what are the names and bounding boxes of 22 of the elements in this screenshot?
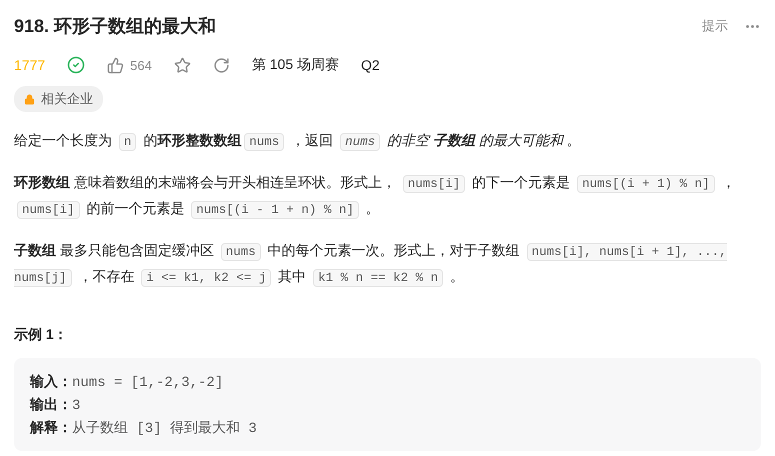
check-circle-icon <box>67 56 86 74</box>
description-paragraph: 环形数组 意味着数组的末端将会与开头相连呈环状。形式上， nums[i] 的下一个元素是 nums[(i + 1) % n] ， nums[i] 的前一个元素是 nums[(i - 1 + n) % n] 。 <box>14 173 736 221</box>
star-icon[interactable] <box>174 56 191 74</box>
share-icon[interactable] <box>212 56 230 74</box>
thumbs-up-icon <box>107 56 124 74</box>
example-label: 输出： <box>30 395 72 414</box>
description-paragraph: 给定一个长度为 n 的环形整数数组 nums ，返回 nums 的非空 子数组 的最大可能和 。 <box>14 131 582 153</box>
example-value: nums = [1,-2,3,-2] <box>72 374 224 393</box>
question-link[interactable]: Q2 <box>361 57 380 73</box>
contest-link[interactable]: 第 105 场周赛 <box>252 56 339 74</box>
lock-icon <box>24 94 35 104</box>
hint-link[interactable]: 提示 <box>702 17 728 35</box>
difficulty-rating: 1777 <box>14 57 46 73</box>
like-button[interactable]: 564 <box>107 56 152 74</box>
example-label: 解释： <box>30 418 72 437</box>
example-value: 从子数组 [3] 得到最大和 3 <box>72 420 257 439</box>
example-title: 示例 1： <box>14 326 69 344</box>
example-value: 3 <box>72 397 80 416</box>
problem-title: 918. 环形子数组的最大和 <box>14 15 216 38</box>
companies-tag[interactable]: 相关企业 <box>14 86 103 112</box>
example-label: 输入： <box>30 372 72 391</box>
description-paragraph: 子数组 最多只能包含固定缓冲区 nums 中的每个元素一次。形式上，对于子数组 nums[i], nums[i + 1], ..., nums[j] ，不存在 i <= k1, k2 <= j 其中 k1 % n == k2 % n 。 <box>14 241 728 289</box>
